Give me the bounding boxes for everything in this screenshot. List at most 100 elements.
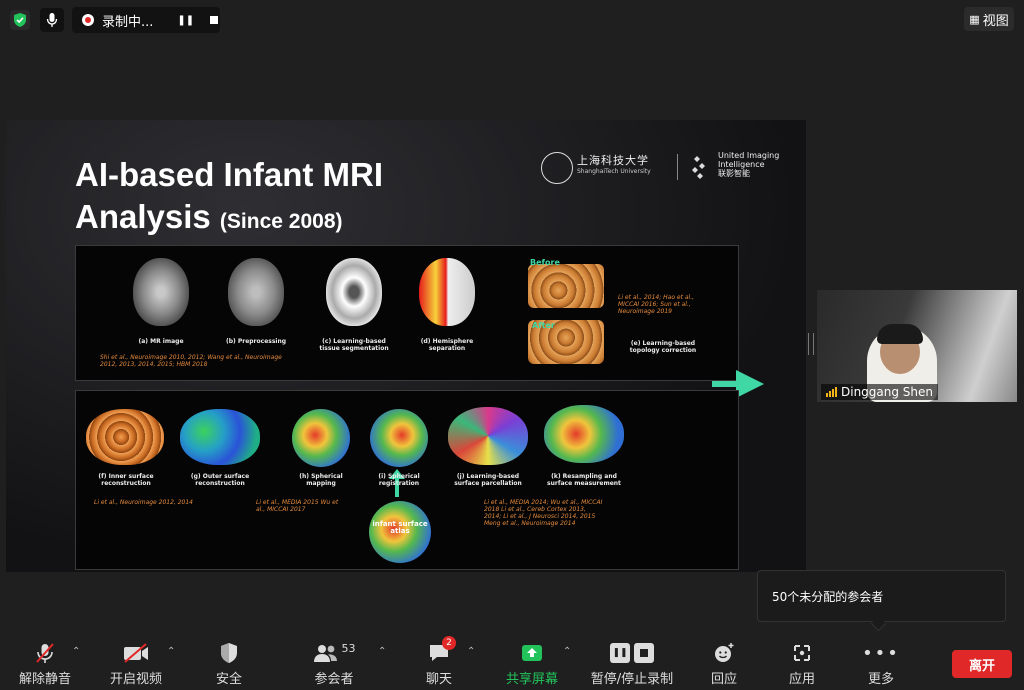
united-cn: 联影智能: [718, 169, 750, 178]
ref-bottom-1: Li et al., Neuroimage 2012, 2014: [94, 499, 194, 506]
caption-h: (h) Spherical mapping: [299, 473, 343, 487]
grid-view-icon: ▦: [969, 12, 980, 26]
pause-stop-recording-button[interactable]: ❚❚ 暂停/停止录制: [588, 640, 676, 687]
video-options-caret-icon[interactable]: ⌃: [167, 646, 175, 657]
pause-stop-label: 暂停/停止录制: [590, 672, 674, 687]
flow-arrow-line: [712, 381, 736, 387]
united-en-1: United Imaging: [718, 151, 780, 160]
share-screen-label: 共享屏幕: [505, 672, 558, 687]
surface-measurement-brain: [544, 405, 624, 463]
chat-unread-badge: 2: [442, 636, 456, 650]
security-label: 安全: [215, 672, 242, 687]
participants-button[interactable]: 53 参会者: [304, 640, 364, 687]
ref-bottom-2: Li et al., MEDIA 2015 Wu et al., MICCAI …: [256, 499, 339, 513]
recording-label: 录制中...: [102, 14, 154, 30]
security-button[interactable]: 安全: [204, 640, 254, 687]
start-video-label: 开启视频: [109, 672, 162, 687]
participants-count: 53: [341, 641, 356, 655]
unmute-button[interactable]: 解除静音: [14, 640, 76, 687]
share-screen-button[interactable]: 共享屏幕: [500, 640, 564, 687]
apps-label: 应用: [788, 672, 815, 687]
apps-icon: [782, 640, 822, 666]
flow-arrow-head-icon: [736, 370, 764, 398]
preprocessing-panel: Before After (a) MR image (b) Preprocess…: [75, 245, 739, 381]
logo-divider: [677, 154, 678, 180]
chat-icon: 2: [416, 636, 462, 666]
more-dots-icon: •••: [862, 642, 900, 664]
pause-stop-icons: ❚❚: [588, 640, 676, 666]
pause-recording-icon[interactable]: ❚❚: [177, 15, 194, 26]
slide-title-line1: AI-based Infant MRI: [75, 156, 384, 193]
panel-resize-handle[interactable]: [808, 333, 814, 355]
spherical-registration-sphere: [370, 409, 428, 467]
mic-status-icon[interactable]: [40, 8, 64, 32]
view-label: 视图: [982, 13, 1009, 29]
reactions-button[interactable]: 回应: [702, 640, 746, 687]
video-off-icon: [104, 640, 168, 666]
security-shield-icon: [204, 640, 254, 666]
audio-options-caret-icon[interactable]: ⌃: [72, 646, 80, 657]
chat-caret-icon[interactable]: ⌃: [467, 646, 475, 657]
shanghaitech-cn: 上海科技大学: [577, 154, 649, 167]
share-caret-icon[interactable]: ⌃: [563, 646, 571, 657]
caption-b: (b) Preprocessing: [225, 338, 287, 345]
participants-caret-icon[interactable]: ⌃: [378, 646, 386, 657]
smiley-plus-icon: [702, 640, 746, 666]
recording-dot-icon: [82, 14, 94, 26]
infant-atlas-label: infant surface atlas: [372, 520, 428, 535]
united-imaging-logo-icon: [689, 154, 711, 180]
inner-surface-brain: [86, 409, 164, 465]
participants-icon: 53: [304, 640, 364, 666]
before-topology-surface: [528, 264, 604, 308]
recording-indicator: 录制中... ❚❚: [72, 7, 220, 33]
surface-panel: infant surface atlas (f) Inner surface r…: [75, 390, 739, 570]
participant-name: Dinggang Shen: [841, 385, 934, 399]
united-en-2: Intelligence: [718, 160, 765, 169]
before-label: Before: [530, 258, 560, 267]
share-screen-icon: [500, 640, 564, 666]
leave-button[interactable]: 离开: [952, 650, 1012, 678]
unmute-label: 解除静音: [18, 672, 71, 687]
mr-image-brain: [133, 258, 189, 326]
audio-level-icon: [826, 387, 837, 397]
ref-top-left: Shi et al., Neuroimage 2010, 2012; Wang …: [100, 354, 282, 368]
parcellation-brain: [448, 407, 528, 465]
caption-c: (c) Learning-based tissue segmentation: [319, 338, 389, 352]
tissue-segmentation-brain: [326, 258, 382, 326]
more-label: 更多: [867, 672, 894, 687]
security-shield-icon[interactable]: [10, 10, 30, 30]
caption-f: (f) Inner surface reconstruction: [98, 473, 154, 487]
more-button[interactable]: ••• 更多: [860, 640, 902, 688]
caption-e: (e) Learning-based topology correction: [629, 340, 697, 354]
hemisphere-separation-brain: [419, 258, 475, 326]
shared-screen-slide: AI-based Infant MRI Analysis (Since 2008…: [6, 120, 806, 572]
caption-i: (i) Spherical registration: [378, 473, 420, 487]
outer-surface-brain: [180, 409, 260, 465]
speaker-hair: [877, 324, 923, 344]
reactions-label: 回应: [710, 672, 737, 687]
participant-video-tile[interactable]: Dinggang Shen: [817, 290, 1017, 402]
participant-name-tag: Dinggang Shen: [821, 384, 939, 400]
slide-title-line2: Analysis: [75, 198, 211, 235]
popup-text: 50个未分配的参会者: [772, 589, 884, 604]
apps-button[interactable]: 应用: [782, 640, 822, 687]
ref-top-right: Li et al., 2014; Hao et al., MICCAI 2016…: [618, 294, 695, 315]
caption-k: (k) Resampling and surface measurement: [547, 473, 621, 487]
stop-icon: [634, 643, 654, 663]
shanghaitech-en: ShanghaiTech University: [577, 168, 651, 175]
chat-label: 聊天: [425, 672, 452, 687]
chat-button[interactable]: 2 聊天: [416, 636, 462, 687]
caption-a: (a) MR image: [138, 338, 184, 345]
caption-g: (g) Outer surface reconstruction: [190, 473, 250, 487]
muted-mic-icon: [14, 640, 76, 666]
shanghaitech-seal-icon: [541, 152, 573, 184]
spherical-mapping-sphere: [292, 409, 350, 467]
caption-d: (d) Hemisphere separation: [420, 338, 474, 352]
after-label: After: [532, 321, 555, 330]
stop-recording-icon[interactable]: [210, 16, 219, 24]
view-button[interactable]: ▦ 视图: [964, 7, 1014, 31]
participants-label: 参会者: [314, 672, 354, 687]
slide-title: AI-based Infant MRI Analysis (Since 2008…: [75, 154, 383, 243]
start-video-button[interactable]: 开启视频: [104, 640, 168, 687]
pause-icon: ❚❚: [610, 643, 630, 663]
